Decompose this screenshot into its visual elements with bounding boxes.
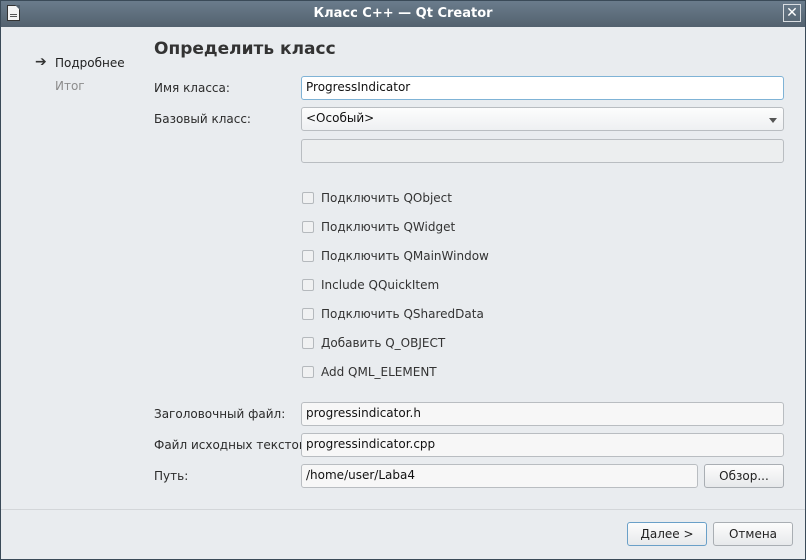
- cancel-button[interactable]: Отмена: [713, 522, 793, 546]
- page-title: Определить класс: [154, 39, 336, 59]
- checkbox-box[interactable]: [302, 337, 314, 349]
- close-button[interactable]: ✕: [783, 4, 801, 22]
- wizard-steps: ➔ Подробнее Итог: [35, 54, 125, 102]
- dialog-window: Класс C++ — Qt Creator ✕ ➔ Подробнее Ито…: [0, 0, 806, 560]
- class-name-input[interactable]: ProgressIndicator: [301, 76, 784, 100]
- step-summary: Итог: [35, 79, 125, 102]
- checkbox-label: Add QML_ELEMENT: [321, 365, 437, 379]
- checkbox-box[interactable]: [302, 308, 314, 320]
- checkbox-box[interactable]: [302, 221, 314, 233]
- header-file-input[interactable]: progressindicator.h: [301, 402, 784, 426]
- header-file-label: Заголовочный файл:: [154, 407, 286, 421]
- checkbox-box[interactable]: [302, 250, 314, 262]
- title-bar[interactable]: Класс C++ — Qt Creator ✕: [1, 1, 805, 27]
- browse-button[interactable]: Обзор...: [704, 464, 784, 488]
- window-title: Класс C++ — Qt Creator: [313, 6, 493, 21]
- path-input[interactable]: /home/user/Laba4: [301, 464, 698, 488]
- base-class-value: <Особый>: [306, 111, 375, 125]
- chevron-down-icon: [769, 118, 777, 123]
- class-name-label: Имя класса:: [154, 81, 230, 95]
- checkbox-box[interactable]: [302, 192, 314, 204]
- base-class-combobox[interactable]: <Особый>: [301, 107, 784, 131]
- source-file-input[interactable]: progressindicator.cpp: [301, 433, 784, 457]
- source-file-label: Файл исходных текстов:: [154, 438, 311, 452]
- checkbox-box[interactable]: [302, 279, 314, 291]
- divider: [1, 509, 805, 510]
- checkbox-box[interactable]: [302, 366, 314, 378]
- step-label: Итог: [55, 79, 85, 93]
- next-button[interactable]: Далее >: [627, 522, 707, 546]
- arrow-right-icon: ➔: [35, 54, 47, 70]
- checkbox-label: Подключить QMainWindow: [321, 249, 489, 263]
- checkbox-label: Подключить QWidget: [321, 220, 456, 234]
- checkbox-label: Подключить QSharedData: [321, 307, 484, 321]
- checkbox-label: Добавить Q_OBJECT: [321, 336, 446, 350]
- custom-base-class-input[interactable]: [301, 139, 784, 163]
- checkbox-label: Include QQuickItem: [321, 278, 440, 292]
- step-label: Подробнее: [55, 56, 125, 70]
- path-label: Путь:: [154, 469, 189, 483]
- base-class-label: Базовый класс:: [154, 112, 251, 126]
- step-details: ➔ Подробнее: [35, 54, 125, 79]
- checkbox-label: Подключить QObject: [321, 191, 452, 205]
